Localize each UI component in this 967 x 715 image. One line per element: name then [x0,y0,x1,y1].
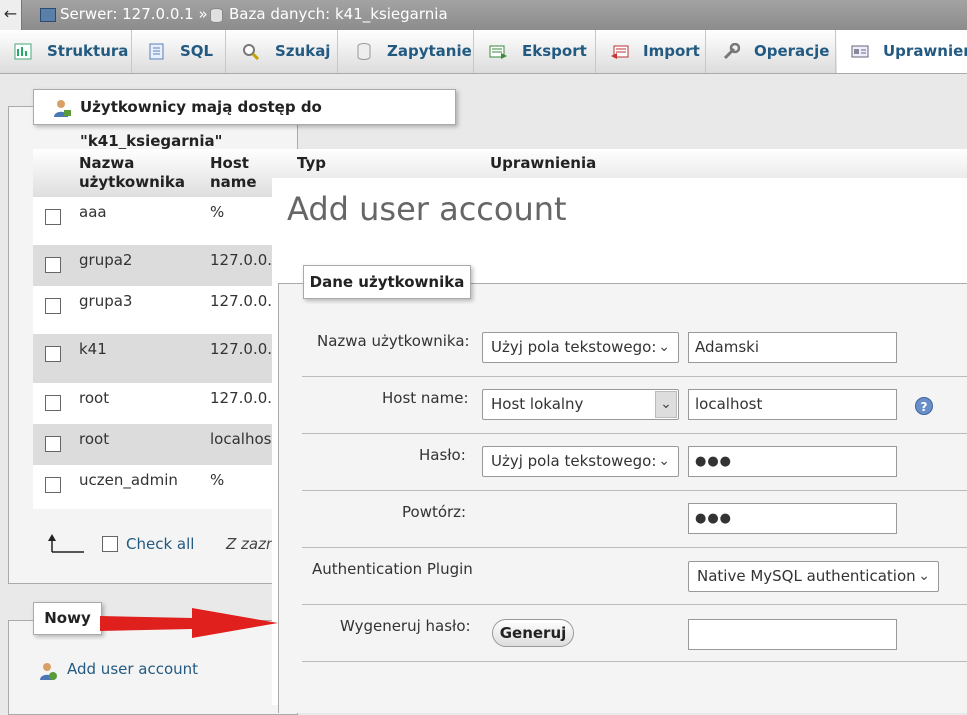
auth-plugin-row: Authentication Plugin Native MySQL authe… [302,548,967,605]
tab-struktura[interactable]: Struktura [0,30,132,73]
sql-icon [149,43,164,60]
header-privileges: Uprawnienia [490,154,597,172]
database-icon [210,8,223,23]
tab-eksport[interactable]: Eksport [475,30,596,73]
users-legend: Użytkownicy mają dostęp do "k41_ksiegarn… [33,89,456,150]
row-user: root [79,430,110,448]
row-user: grupa3 [79,292,133,310]
breadcrumb-server[interactable]: Serwer: 127.0.0.1 » [60,5,208,23]
table-row: aaa % [33,197,273,245]
table-row: root localhost [33,424,277,465]
tab-bar: Struktura SQL Szukaj Zapytanie Eksport I… [0,30,967,74]
auth-plugin-label: Authentication Plugin [312,560,473,578]
row-user: uczen_admin [79,471,178,489]
privileges-icon [851,45,869,58]
check-all-checkbox[interactable] [102,536,118,552]
add-user-dialog: Add user account Dane użytkownika Nazwa … [272,178,967,713]
chevron-down-icon: ⌄ [658,339,670,355]
repeat-password-row: Powtórz: ●●● [302,491,967,548]
table-row: k41 127.0.0.1 [33,334,282,383]
arrow-ltr-icon [48,534,84,553]
header-username[interactable]: Nazwa użytkownika [79,154,185,192]
row-host: 127.0.0.1 [210,251,282,269]
auth-plugin-select[interactable]: Native MySQL authentication ⌄ [688,561,939,592]
host-row: Host name: Host lokalny ⌄ localhost ? [302,377,967,434]
row-checkbox[interactable] [45,209,61,225]
breadcrumb-database[interactable]: Baza danych: k41_ksiegarnia [229,5,448,23]
username-row: Nazwa użytkownika: Użyj pola tekstowego:… [302,320,967,377]
row-user: root [79,389,110,407]
password-label: Hasło: [419,446,466,464]
row-user: k41 [79,340,107,358]
tab-uprawnienia[interactable]: Uprawnienia [837,30,967,73]
row-checkbox[interactable] [45,298,61,314]
repeat-password-input[interactable]: ●●● [688,503,897,534]
export-icon [489,45,507,59]
generate-password-label: Wygeneruj hasło: [340,617,471,635]
add-user-account-link[interactable]: Add user account [67,660,198,678]
username-input[interactable]: Adamski [688,332,897,363]
row-checkbox[interactable] [45,257,61,273]
generate-button[interactable]: Generuj [492,619,574,647]
tab-szukaj[interactable]: Szukaj [227,30,338,73]
header-type: Typ [297,154,326,172]
row-user: aaa [79,203,107,221]
table-row: uczen_admin % [33,465,273,509]
tab-zapytanie[interactable]: Zapytanie [339,30,474,73]
server-icon [40,8,56,22]
row-host: % [210,471,225,489]
row-host: 127.0.0.1 [210,389,282,407]
check-all-label[interactable]: Check all [126,535,194,553]
wrench-icon [723,43,740,60]
row-host: 127.0.0.1 [210,340,282,358]
tab-operacje[interactable]: Operacje [707,30,836,73]
add-user-icon [40,663,57,680]
row-checkbox[interactable] [45,436,61,452]
table-row: grupa3 127.0.0.1 [33,286,282,334]
row-checkbox[interactable] [45,477,61,493]
row-checkbox[interactable] [45,395,61,411]
host-type-select[interactable]: Host lokalny ⌄ [482,389,679,420]
tab-sql[interactable]: SQL [133,30,226,73]
users-icon [54,100,71,117]
password-type-select[interactable]: Użyj pola tekstowego: ⌄ [482,446,679,477]
table-row: root 127.0.0.1 [33,383,282,424]
help-icon[interactable]: ? [915,397,933,415]
import-icon [611,45,629,59]
red-arrow-annotation [100,608,278,638]
back-arrow-icon[interactable]: ← [0,0,22,30]
username-type-select[interactable]: Użyj pola tekstowego: ⌄ [482,332,679,363]
repeat-password-label: Powtórz: [402,503,467,521]
user-data-legend: Dane użytkownika [303,265,471,299]
password-input[interactable]: ●●● [688,446,897,477]
chevron-down-icon: ⌄ [655,391,677,418]
host-input[interactable]: localhost [688,389,897,420]
generate-password-row: Wygeneruj hasło: Generuj [302,605,967,662]
row-user: grupa2 [79,251,133,269]
password-row: Hasło: Użyj pola tekstowego: ⌄ ●●● [302,434,967,491]
search-icon [243,44,260,60]
header-host[interactable]: Host name [210,154,257,192]
new-legend: Nowy [33,602,102,635]
host-label: Host name: [382,389,469,407]
dialog-title: Add user account [287,190,567,228]
breadcrumb: ← Serwer: 127.0.0.1 » Baza danych: k41_k… [0,0,967,30]
structure-icon [14,43,32,60]
row-checkbox[interactable] [45,346,61,362]
generated-password-input[interactable] [688,619,897,650]
table-row: grupa2 127.0.0.1 [33,245,282,286]
row-host: 127.0.0.1 [210,292,282,310]
query-icon [357,43,371,60]
username-label: Nazwa użytkownika: [317,332,470,350]
row-host: localhost [210,430,278,448]
chevron-down-icon: ⌄ [658,453,670,469]
row-host: % [210,203,225,221]
chevron-down-icon: ⌄ [918,568,930,584]
tab-import[interactable]: Import [597,30,706,73]
